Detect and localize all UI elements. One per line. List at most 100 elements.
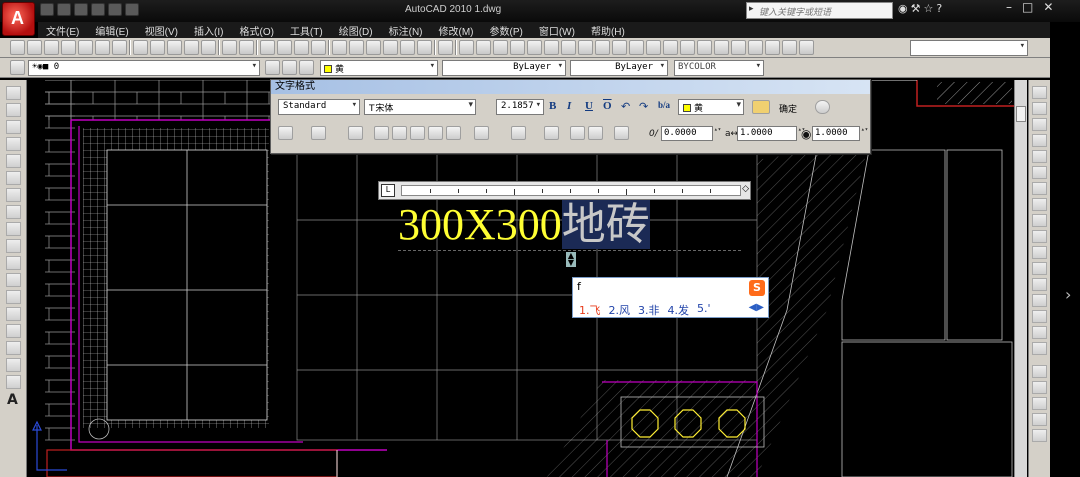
new-icon[interactable] — [40, 3, 54, 16]
stretch-icon[interactable] — [1032, 214, 1047, 227]
save-icon[interactable] — [44, 40, 59, 55]
fillet-icon[interactable] — [1032, 326, 1047, 339]
break-icon[interactable] — [1032, 278, 1047, 291]
gradient-icon[interactable] — [5, 341, 21, 355]
menu-item-9[interactable]: 参数(P) — [482, 22, 531, 38]
menu-item-3[interactable]: 插入(I) — [186, 22, 231, 38]
lowercase-icon[interactable] — [588, 126, 603, 140]
open-icon[interactable] — [57, 3, 71, 16]
mtext-ruler[interactable]: L ◇ — [378, 181, 751, 200]
match-properties-icon[interactable] — [184, 40, 199, 55]
underline-button[interactable]: U — [585, 100, 593, 115]
ime-page-arrows-icon[interactable]: ◀▶ — [749, 302, 764, 313]
italic-button[interactable]: I — [567, 100, 571, 115]
join-icon[interactable] — [1032, 294, 1047, 307]
properties-icon[interactable] — [332, 40, 347, 55]
ordinate-icon[interactable] — [510, 40, 525, 55]
cut-icon[interactable] — [133, 40, 148, 55]
plot-preview-icon[interactable] — [78, 40, 93, 55]
bring-above-icon[interactable] — [1032, 397, 1047, 410]
columns-icon[interactable] — [278, 126, 293, 140]
line-icon[interactable] — [5, 86, 21, 100]
array-icon[interactable] — [1032, 150, 1047, 163]
ime-candidate[interactable]: 2.风 — [609, 302, 631, 318]
menu-item-6[interactable]: 绘图(D) — [331, 22, 381, 38]
quickcalc-icon[interactable] — [417, 40, 432, 55]
mtext-height-handle[interactable]: ▲ ▼ — [566, 252, 576, 267]
ellipse-arc-icon[interactable] — [5, 256, 21, 270]
ok-button[interactable]: 确定 — [779, 102, 797, 115]
maximize-icon[interactable]: □ — [1022, 0, 1033, 14]
font-dropdown[interactable]: T 宋体 — [364, 99, 476, 115]
undo-icon[interactable] — [222, 40, 237, 55]
markup-icon[interactable] — [400, 40, 415, 55]
help-icon[interactable]: ? — [936, 2, 942, 15]
polyline-icon[interactable] — [5, 120, 21, 134]
dim-edit-icon[interactable] — [748, 40, 763, 55]
ime-candidate[interactable]: 1.飞 — [579, 302, 601, 318]
redo-icon[interactable] — [239, 40, 254, 55]
symbol-icon[interactable] — [614, 126, 629, 140]
annotative-icon[interactable] — [479, 100, 494, 114]
center-mark-icon[interactable] — [697, 40, 712, 55]
undo-icon[interactable] — [91, 3, 105, 16]
menu-item-8[interactable]: 修改(M) — [431, 22, 482, 38]
linetype-dropdown[interactable]: ByLayer — [442, 60, 566, 76]
layer-properties-icon[interactable] — [299, 60, 314, 75]
diameter-icon[interactable] — [561, 40, 576, 55]
help-icon[interactable] — [438, 40, 453, 55]
redo-icon[interactable] — [108, 3, 122, 16]
overline-button[interactable]: O — [603, 100, 612, 115]
jogged-linear-icon[interactable] — [731, 40, 746, 55]
rectangle-icon[interactable] — [5, 154, 21, 168]
zoom-previous-icon[interactable] — [311, 40, 326, 55]
mtext-selected[interactable]: 地砖 — [561, 200, 650, 249]
sheet-set-icon[interactable] — [383, 40, 398, 55]
ime-candidate[interactable]: 5.' — [697, 302, 711, 318]
plotstyle-dropdown[interactable]: BYCOLOR — [674, 60, 764, 76]
region-icon[interactable] — [5, 358, 21, 372]
send-under-icon[interactable] — [1032, 413, 1047, 426]
color-dropdown[interactable]: 黄 — [320, 60, 438, 76]
linear-dim-icon[interactable] — [459, 40, 474, 55]
workspace-dropdown[interactable] — [910, 40, 1028, 56]
options-icon[interactable] — [815, 100, 830, 114]
polygon-icon[interactable] — [5, 137, 21, 151]
line-spacing-icon[interactable] — [474, 126, 489, 140]
favorites-star-icon[interactable]: ☆ — [923, 2, 933, 15]
menu-item-2[interactable]: 视图(V) — [137, 22, 186, 38]
text-style-dropdown[interactable]: Standard — [278, 99, 360, 115]
tool-palettes-icon[interactable] — [366, 40, 381, 55]
ime-candidate[interactable]: 4.发 — [668, 302, 690, 318]
ellipse-icon[interactable] — [5, 239, 21, 253]
redo-icon[interactable]: ↷ — [639, 100, 648, 115]
text-to-front-icon[interactable] — [1032, 429, 1047, 442]
search-input[interactable]: 键入关键字或短语 — [746, 2, 893, 19]
extend-icon[interactable] — [1032, 246, 1047, 259]
uppercase-icon[interactable] — [570, 126, 585, 140]
menu-item-7[interactable]: 标注(N) — [381, 22, 431, 38]
block-editor-icon[interactable] — [201, 40, 216, 55]
dim-style-icon[interactable] — [799, 40, 814, 55]
3d-dwf-icon[interactable] — [112, 40, 127, 55]
save-icon[interactable] — [74, 3, 88, 16]
point-icon[interactable] — [5, 307, 21, 321]
draw-order-back-icon[interactable] — [1032, 381, 1047, 394]
paragraph-icon[interactable] — [348, 126, 363, 140]
explode-icon[interactable] — [1032, 342, 1047, 355]
continue-icon[interactable] — [629, 40, 644, 55]
text-color-dropdown[interactable]: 黄 — [678, 99, 744, 115]
align-center-icon[interactable] — [392, 126, 407, 140]
paste-icon[interactable] — [167, 40, 182, 55]
make-object-layer-current-icon[interactable] — [265, 60, 280, 75]
ruler-toggle-icon[interactable] — [752, 100, 770, 114]
multiline-text-icon[interactable]: A — [7, 392, 18, 408]
lineweight-dropdown[interactable]: ByLayer — [570, 60, 668, 76]
erase-icon[interactable] — [1032, 86, 1047, 99]
tools-icon[interactable]: ⚒ — [911, 2, 921, 15]
layer-dropdown[interactable]: ☀◉■ 0 — [28, 60, 260, 76]
layer-previous-icon[interactable] — [282, 60, 297, 75]
ime-candidate[interactable]: 3.非 — [638, 302, 660, 318]
arc-length-icon[interactable] — [493, 40, 508, 55]
distribute-icon[interactable] — [446, 126, 461, 140]
